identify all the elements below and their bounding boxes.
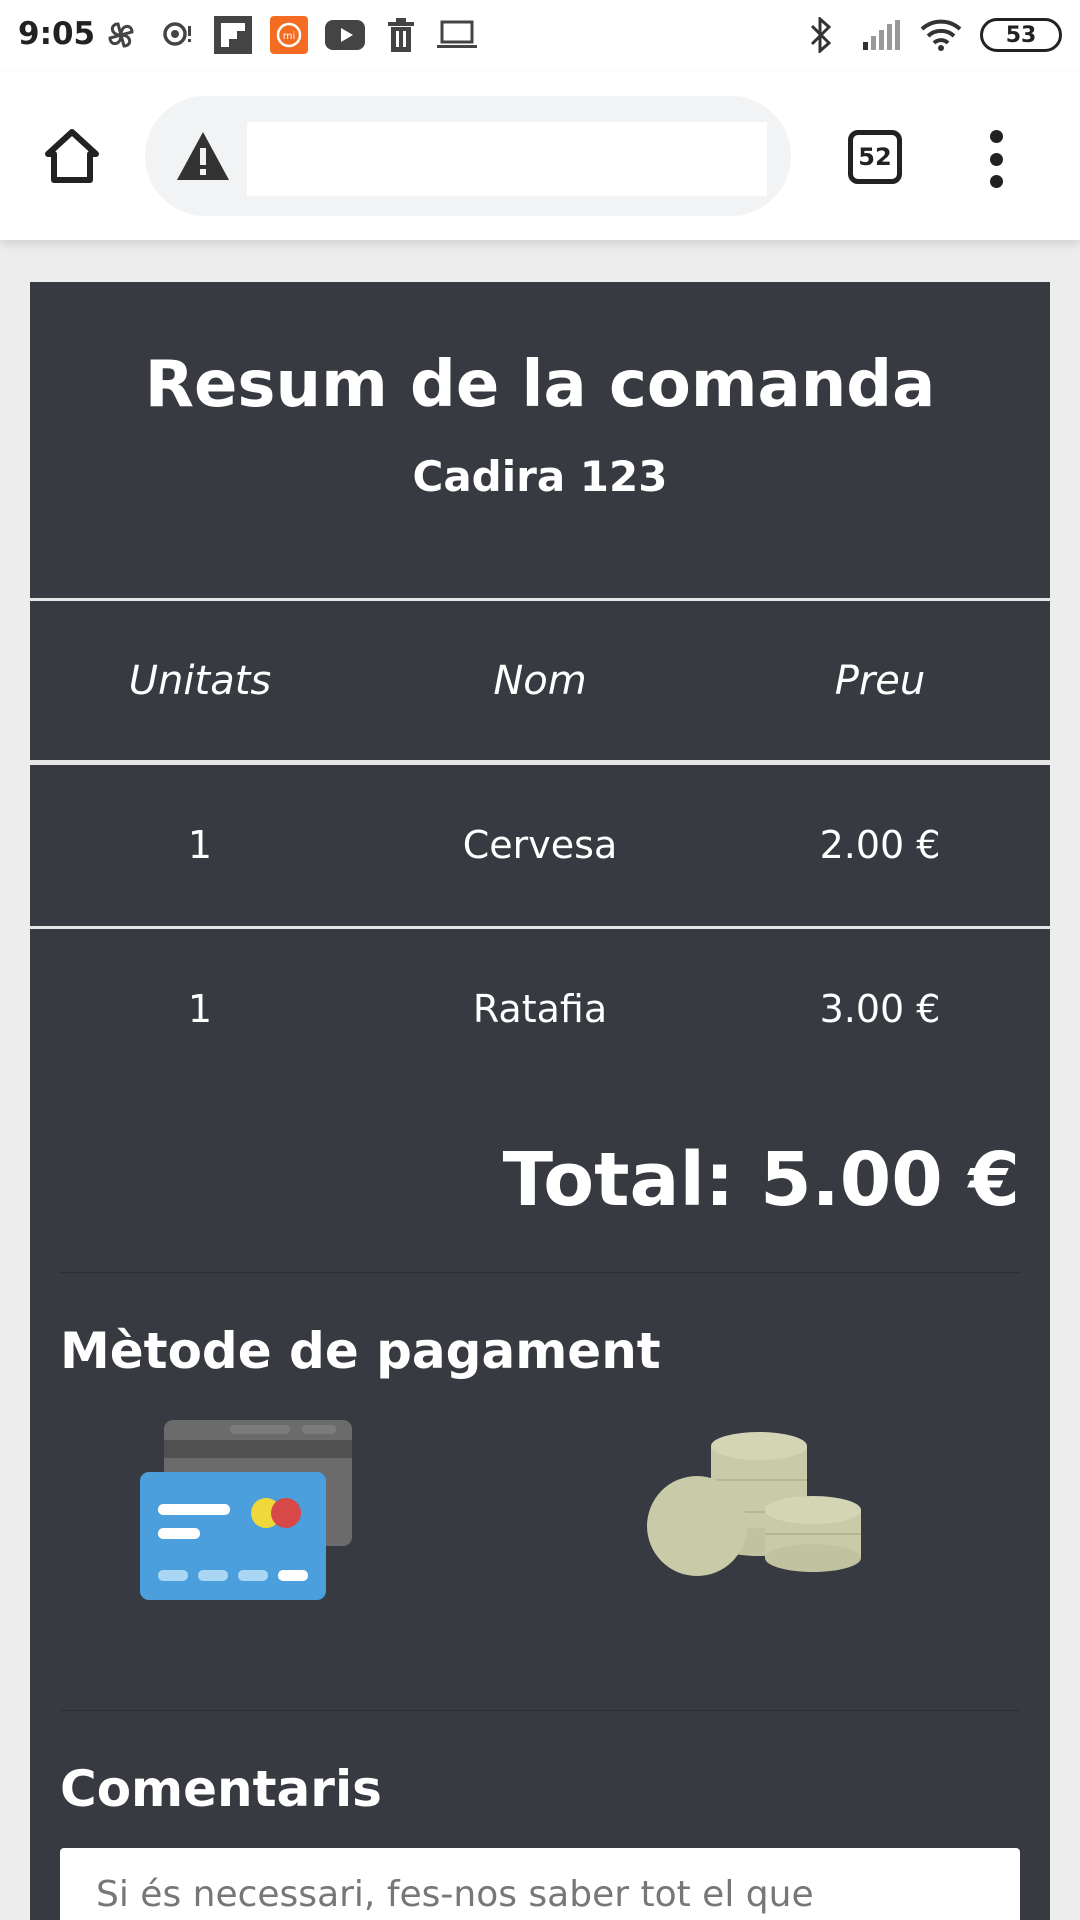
mi-icon: mi <box>268 14 310 56</box>
warning-icon[interactable] <box>175 130 231 182</box>
table-row: 1 Ratafia 3.00 € <box>30 929 1050 1089</box>
divider-line <box>60 1710 1020 1711</box>
order-total: Total: 5.00 € <box>502 1137 1020 1223</box>
flipboard-icon <box>212 14 254 56</box>
trash-icon <box>380 14 422 56</box>
order-header: Resum de la comanda Cadira 123 <box>30 282 1050 598</box>
column-header-name: Nom <box>493 658 587 704</box>
battery-level: 53 <box>1005 22 1037 48</box>
comments-input[interactable] <box>60 1848 1020 1920</box>
signal-icon <box>860 14 902 56</box>
svg-text:mi: mi <box>283 31 296 42</box>
item-name: Ratafia <box>472 987 608 1031</box>
url-input[interactable] <box>247 122 767 196</box>
status-time: 9:05 <box>18 16 96 52</box>
wifi-icon <box>920 14 962 56</box>
system-icons: 53 <box>800 14 1062 56</box>
page-title: Resum de la comanda <box>144 348 936 422</box>
youtube-icon <box>324 14 366 56</box>
table-row: 1 Cervesa 2.00 € <box>30 765 1050 925</box>
status-bar: 9:05 mi 53 <box>0 0 1080 72</box>
tab-switcher-button[interactable]: 52 <box>848 130 902 184</box>
column-header-price: Preu <box>834 658 926 704</box>
payment-method-title: Mètode de pagament <box>60 1322 661 1380</box>
order-summary-card: Resum de la comanda Cadira 123 Unitats N… <box>30 282 1050 1920</box>
battery-icon: 53 <box>980 18 1062 52</box>
divider-line <box>60 1272 1020 1273</box>
bluetooth-icon <box>800 14 842 56</box>
item-price: 2.00 € <box>819 823 941 867</box>
browser-toolbar: 52 <box>0 72 1080 240</box>
item-units: 1 <box>187 823 213 867</box>
item-units: 1 <box>187 987 213 1031</box>
seat-label: Cadira 123 <box>412 452 668 501</box>
more-vert-icon[interactable] <box>980 130 1012 188</box>
chat-icon <box>156 14 198 56</box>
item-name: Cervesa <box>462 823 618 867</box>
laptop-icon <box>436 14 478 56</box>
item-price: 3.00 € <box>819 987 941 1031</box>
pinwheel-icon <box>100 14 142 56</box>
credit-card-icon[interactable] <box>140 1420 360 1610</box>
column-header-units: Unitats <box>128 658 272 704</box>
address-bar[interactable] <box>145 96 791 216</box>
table-header: Unitats Nom Preu <box>30 601 1050 761</box>
tab-count: 52 <box>858 143 892 171</box>
home-icon[interactable] <box>40 124 104 188</box>
comments-title: Comentaris <box>60 1760 382 1818</box>
notification-icons: mi <box>100 14 478 56</box>
coins-icon[interactable] <box>645 1432 875 1582</box>
